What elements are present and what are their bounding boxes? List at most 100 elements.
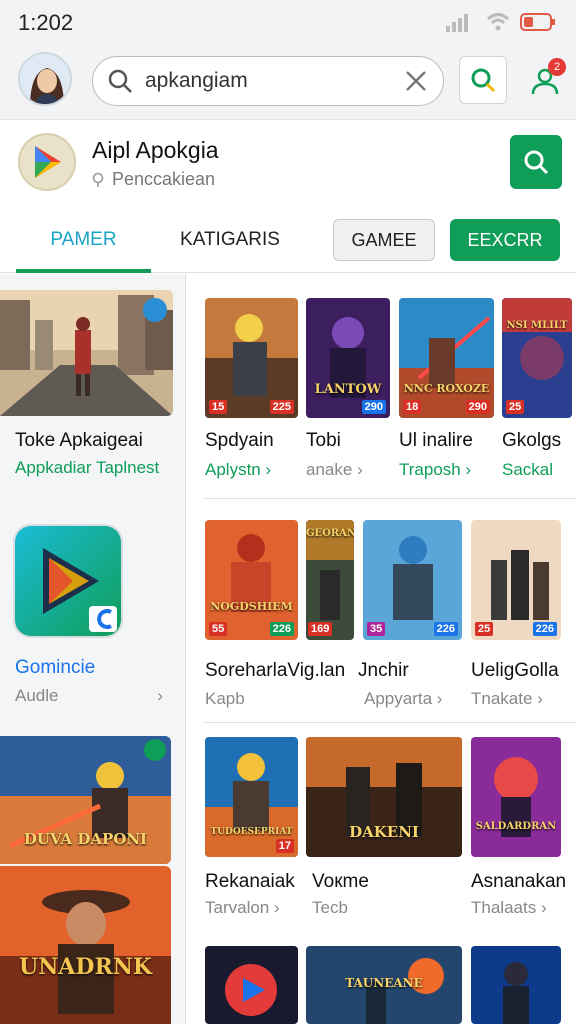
feature-title: Toke Apkaigeai [15,430,143,451]
status-icons [446,12,556,32]
small-search-icon [92,172,104,187]
app-grid: 15 225 Spdyain Aplystn › LANTOW 290 Tobi… [187,274,576,1024]
clear-icon[interactable] [403,68,429,94]
app-card-sub: Traposh › [399,460,471,480]
app-card-name: Tobi [306,430,341,451]
card-badge-right: 290 [465,400,490,414]
card-art-title: NNC ROXOZE [403,382,490,395]
app-card-sub: Sackal [502,460,554,479]
app-card-art: 15 225 [205,298,298,418]
app-card-art: DAKENI [306,737,462,857]
app-card-title: Gomincie [15,657,96,678]
card-art-title: TUDOESEPRIAT [210,827,293,837]
poster-1-title: DUVA DAPONI [23,830,148,848]
card-badge-right: 225 [269,400,294,414]
left-poster-1[interactable]: DUVA DAPONI [0,736,171,864]
search-input[interactable] [145,69,403,93]
feature-banner[interactable] [0,290,173,416]
app-card-art [205,946,298,1024]
app-title: Aipl Apokgia [92,137,219,163]
app-card-name: Asnanakan [471,871,567,892]
poster-2-title: UNADRNK [19,954,152,980]
app-card-name: Jnchir [358,660,409,681]
status-time: 1:202 [18,10,74,35]
card-badge-right: 226 [269,622,294,636]
status-bar: 1:202 [0,0,576,46]
row-divider [203,498,576,499]
notification-badge: 2 [548,58,566,76]
chevron-right-icon: › [265,460,272,479]
signal-icon [446,14,468,32]
app-card-art: NSI MLILT 25 [502,298,572,418]
game-chip[interactable]: GAMEE [333,219,435,261]
app-card-sub: Appyarta › [364,689,442,709]
card-art-title: GEORAN [306,528,354,539]
app-card-art: 35 226 [363,520,462,640]
chevron-right-icon: › [465,460,472,479]
app-card-name: Ul inalire [399,430,473,451]
tab-categories[interactable]: KATIGARIS [160,207,300,273]
app-card-sub-text: Aplystn [205,460,261,479]
app-card-name: Voкme [312,871,369,892]
card-badge-left: 35 [367,622,386,636]
tab-bar: PAMER KATIGARIS GAMEE EEXCRR [0,207,576,273]
card-badge-left: 18 [403,400,422,414]
app-card-subtitle-text: Audle [15,686,59,705]
app-card-art: NNC ROXOZE 18 290 [399,298,494,418]
left-column: Toke Apkaigeai Appkadiar Taplnest Gominc… [0,274,186,1024]
app-card-sub: Tnakate › [471,689,543,709]
explore-chip[interactable]: EEXCRR [450,219,560,261]
card-badge-left: 55 [209,622,228,636]
app-card-sub-text: Appyarta [364,689,433,708]
app-card-sub-text: Traposh [399,460,461,479]
app-icon-card[interactable] [13,524,123,638]
app-card-sub-text: Tarvalon [205,898,270,917]
app-card-name: Gkolgs [502,430,562,451]
search-box[interactable] [92,56,444,106]
chevron-right-icon: › [540,898,547,917]
row-divider [203,722,576,723]
user-avatar[interactable] [18,52,72,106]
card-art-title: LANTOW [314,382,382,397]
battery-icon [520,13,555,31]
left-poster-2[interactable]: UNADRNK [0,866,171,1024]
play-store-screen: 1:202 apkangiam 2 Aipl Apokgia Penccakie… [0,0,576,1024]
city-scene-image [0,290,173,416]
search-icon [524,150,549,175]
search-header: 2 [0,46,576,120]
card-badge-right: 17 [275,839,294,853]
card-badge-left: 25 [506,400,525,414]
app-card-subtitle[interactable]: Audle › [15,686,175,706]
app-subtitle-text: Penccakiean [112,169,216,189]
card-badge-right: 226 [433,622,458,636]
app-card-sub-text: Thalaats [471,898,537,917]
lens-search-icon [471,68,496,93]
card-art-title: TAUNEANE [345,976,423,990]
app-card-sub: Kapb [205,689,245,708]
card-badge-right: 290 [361,400,386,414]
lens-search-button[interactable] [459,56,507,104]
account-button[interactable]: 2 [522,58,568,104]
app-card-sub: Tecb [312,898,348,917]
play-logo-icon [35,146,61,178]
app-card-sub-text: anake [306,460,353,479]
chevron-right-icon: › [537,689,543,708]
app-subtitle: Penccakiean [92,169,215,190]
app-hero: Aipl Apokgia Penccakiean [0,121,576,207]
app-logo[interactable] [18,133,76,191]
tab-pamer[interactable]: PAMER [16,207,151,273]
hero-search-button[interactable] [510,135,562,189]
app-card-art: 25 226 [471,520,561,640]
card-art-title: DAKENI [349,823,419,841]
app-card-name: UeligGolla [471,660,559,681]
app-card-sub: Tarvalon › [205,898,280,918]
feature-subtitle[interactable]: Appkadiar Taplnest [15,458,159,478]
chevron-right-icon: › [157,686,163,705]
avatar-portrait [20,54,70,104]
app-card-art: LANTOW 290 [306,298,390,418]
app-card-art: TUDOESEPRIAT 17 [205,737,298,857]
card-art-title: NOGDSHIEM [210,600,293,613]
play-app-icon [15,526,121,636]
chevron-right-icon: › [274,898,280,917]
app-card-sub: Aplystn › [205,460,271,480]
